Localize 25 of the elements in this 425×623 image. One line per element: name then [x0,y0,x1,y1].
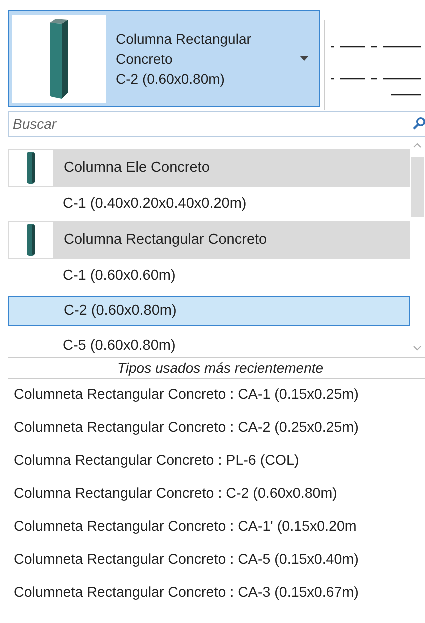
recent-type-item[interactable]: Columneta Rectangular Concreto : CA-1 (0.15x0.25m) [14,379,425,412]
type-name: C-2 (0.60x0.80m) [116,70,226,88]
recent-type-item[interactable]: Columneta Rectangular Concreto : CA-5 (0.15x0.40m) [14,544,425,577]
search-field[interactable]: Buscar [8,111,425,137]
type-row[interactable]: C-2 (0.60x0.80m) [8,296,410,326]
caret-icon [300,56,309,61]
scroll-down-icon [413,346,422,351]
type-selector[interactable]: Columna Rectangular Concreto C-2 (0.60x0.80m) [8,10,320,107]
recent-type-item[interactable]: Columneta Rectangular Concreto : CA-1' (0.15x0.20m [14,511,425,544]
scroll-up-icon [413,143,422,148]
column-icon [48,18,70,98]
column-icon [27,224,35,256]
recent-type-item[interactable]: Columneta Rectangular Concreto : CA-3 (0.15x0.67m) [14,577,425,610]
family-row[interactable]: Columna Ele Concreto [8,149,410,187]
family-name: Columna Rectangular Concreto [116,30,252,68]
column-icon [27,152,35,184]
type-row[interactable]: C-1 (0.60x0.60m) [8,259,410,293]
type-row[interactable]: C-1 (0.40x0.20x0.40x0.20m) [8,187,410,221]
recent-type-item[interactable]: Columneta Rectangular Concreto : CA-2 (0.25x0.25m) [14,412,425,445]
scrollbar-thumb[interactable] [411,157,424,217]
family-row[interactable]: Columna Rectangular Concreto [8,221,410,259]
recent-type-item[interactable]: Columna Rectangular Concreto : PL-6 (COL) [14,445,425,478]
recent-type-item[interactable]: Columna Rectangular Concreto : C-2 (0.60x0.80m) [14,478,425,511]
search-icon [413,117,425,130]
recent-heading: Tipos usados más recientemente [8,358,425,379]
